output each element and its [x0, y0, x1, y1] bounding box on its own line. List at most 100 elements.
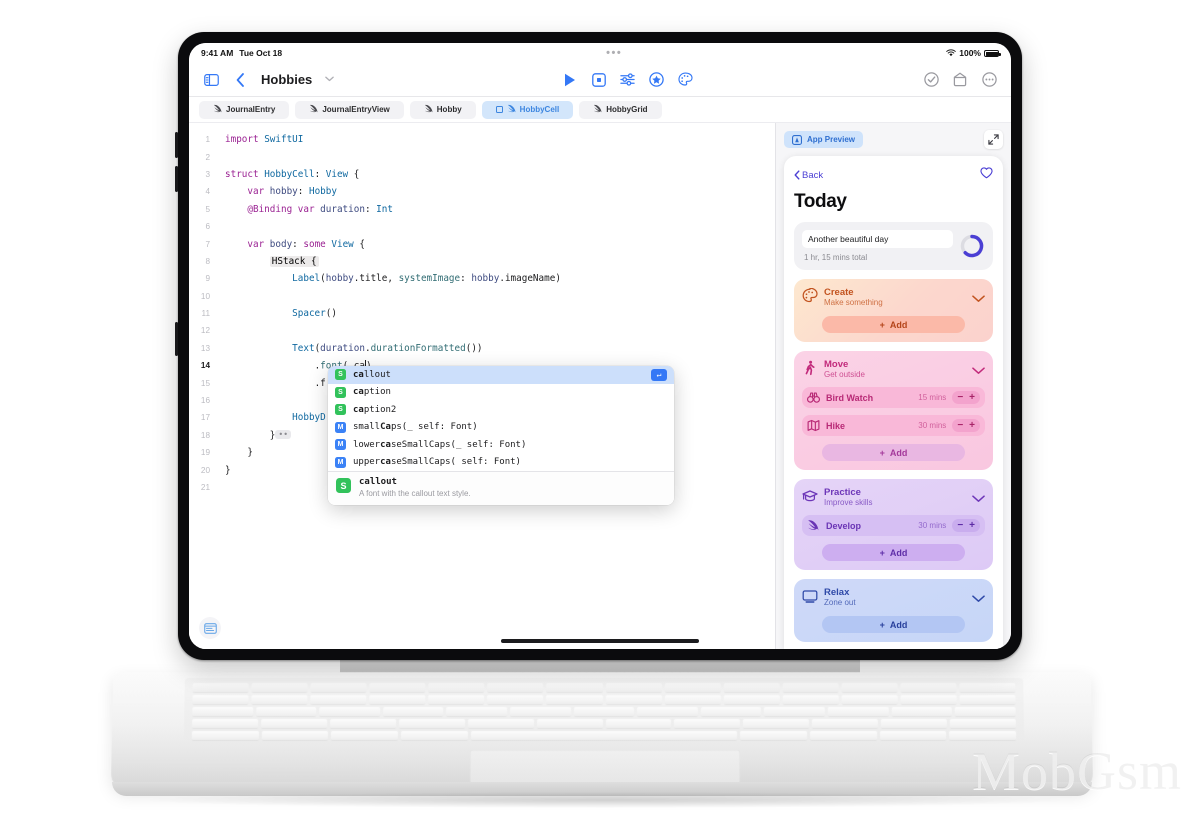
play-icon[interactable]	[560, 70, 580, 90]
autocomplete-popup[interactable]: Scallout ↵ Scaption Scaption2 MsmallCaps(_ s…	[328, 366, 674, 505]
keyboard-key[interactable]	[382, 707, 444, 717]
side-button[interactable]	[175, 322, 178, 356]
editor-tab-journalentryview[interactable]: JournalEntryView	[295, 100, 404, 119]
palette-icon[interactable]	[676, 70, 696, 90]
chevron-down-icon[interactable]	[325, 75, 335, 84]
library-icon[interactable]	[950, 70, 970, 90]
keyboard-key[interactable]	[369, 683, 426, 693]
duration-stepper[interactable]: − +	[952, 419, 980, 432]
editor-tab-hobbycell[interactable]: HobbyCell	[481, 100, 574, 119]
keyboard-key[interactable]	[723, 683, 780, 693]
code-text[interactable]	[219, 291, 231, 302]
code-text[interactable]	[219, 325, 231, 336]
autocomplete-item[interactable]: Scaption2	[328, 401, 674, 419]
code-text[interactable]	[219, 221, 231, 232]
code-text[interactable]: Spacer()	[219, 308, 337, 319]
code-editor[interactable]: 1 import SwiftUI 2 3 struct HobbyCell: View…	[189, 123, 775, 649]
activity-item[interactable]: Bird Watch 15 mins − +	[802, 387, 985, 408]
code-text[interactable]	[219, 395, 231, 406]
keyboard-key[interactable]	[546, 683, 603, 693]
keyboard-key[interactable]	[192, 719, 259, 729]
code-text[interactable]: HobbyD	[219, 412, 326, 423]
category-card-practice[interactable]: Practice Improve skills Develop 30 mins − + + A…	[794, 479, 993, 570]
stop-square-icon[interactable]	[589, 70, 609, 90]
checkmark-circle-icon[interactable]	[921, 70, 941, 90]
keyboard-key[interactable]	[251, 683, 308, 693]
keyboard-key[interactable]	[260, 719, 327, 729]
category-card-relax[interactable]: Relax Zone out + Add	[794, 579, 993, 642]
autocomplete-item[interactable]: Scallout ↵	[328, 366, 674, 384]
chevron-down-icon[interactable]	[972, 590, 985, 608]
trackpad[interactable]	[469, 750, 741, 785]
keyboard-key[interactable]	[331, 731, 399, 740]
keyboard-key[interactable]	[959, 683, 1016, 693]
keyboard-key[interactable]	[251, 695, 308, 705]
keyboard-key[interactable]	[192, 707, 253, 717]
code-text[interactable]	[219, 152, 231, 163]
editor-tab-journalentry[interactable]: JournalEntry	[199, 100, 290, 119]
keyboard-key[interactable]	[740, 731, 808, 740]
keyboard-key[interactable]	[954, 707, 1016, 717]
activity-item[interactable]: Develop 30 mins − +	[802, 515, 985, 536]
add-activity-button[interactable]: + Add	[822, 544, 965, 561]
keyboard-key[interactable]	[812, 719, 879, 729]
autocomplete-item[interactable]: MlowercaseSmallCaps(_ self: Font)	[328, 436, 674, 454]
autocomplete-item[interactable]: MsmallCaps(_ self: Font)	[328, 419, 674, 437]
stepper-minus-button[interactable]: −	[957, 392, 963, 403]
keyboard-key[interactable]	[428, 683, 485, 693]
keyboard-key[interactable]	[546, 695, 603, 705]
sliders-icon[interactable]	[618, 70, 638, 90]
keyboard-key[interactable]	[446, 707, 508, 717]
chevron-left-icon[interactable]	[230, 70, 250, 90]
volume-up-button[interactable]	[175, 132, 178, 158]
keyboard-key[interactable]	[881, 719, 948, 729]
keyboard-key[interactable]	[841, 695, 898, 705]
duration-stepper[interactable]: − +	[952, 391, 980, 404]
code-text[interactable]: .f	[219, 378, 326, 389]
add-activity-button[interactable]: + Add	[822, 444, 965, 461]
keyboard-key[interactable]	[841, 683, 898, 693]
editor-tab-hobby[interactable]: Hobby	[409, 100, 476, 119]
keyboard-key[interactable]	[764, 707, 825, 717]
stepper-minus-button[interactable]: −	[957, 420, 963, 431]
code-text[interactable]	[219, 482, 231, 493]
keyboard-key[interactable]	[255, 707, 317, 717]
stepper-plus-button[interactable]: +	[969, 420, 975, 431]
add-activity-button[interactable]: + Add	[822, 316, 965, 333]
keyboard-key[interactable]	[949, 731, 1017, 740]
keyboard-key[interactable]	[428, 695, 485, 705]
stepper-minus-button[interactable]: −	[957, 520, 963, 531]
ellipsis-circle-icon[interactable]	[979, 70, 999, 90]
code-text[interactable]: import SwiftUI	[219, 134, 303, 145]
code-text[interactable]: var hobby: Hobby	[219, 186, 337, 197]
keyboard-key[interactable]	[329, 719, 396, 729]
preview-back-button[interactable]: Back	[794, 170, 823, 181]
chevron-down-icon[interactable]	[972, 362, 985, 380]
code-text[interactable]: var body: some View {	[219, 239, 365, 250]
keyboard-key[interactable]	[400, 731, 468, 740]
keyboard-key[interactable]	[536, 719, 603, 729]
sidebar-toggle-icon[interactable]	[201, 70, 221, 90]
keyboard-key[interactable]	[192, 683, 249, 693]
magic-keyboard[interactable]	[110, 672, 1094, 791]
code-text[interactable]: } ••	[219, 429, 292, 441]
keyboard-key[interactable]	[467, 719, 534, 729]
keyboard-key[interactable]	[674, 719, 741, 729]
keyboard-key[interactable]	[470, 731, 738, 740]
keyboard-key[interactable]	[664, 695, 721, 705]
keyboard-key[interactable]	[700, 707, 762, 717]
editor-tab-hobbygrid[interactable]: HobbyGrid	[579, 100, 662, 119]
code-text[interactable]: Text(duration.durationFormatted())	[219, 343, 482, 354]
keyboard-key[interactable]	[487, 695, 544, 705]
keyboard-key[interactable]	[605, 719, 672, 729]
document-minimap-icon[interactable]	[199, 617, 221, 639]
heart-icon[interactable]	[980, 166, 993, 184]
keyboard-key[interactable]	[723, 695, 780, 705]
app-preview-pill[interactable]: App Preview	[784, 131, 864, 148]
keyboard-key[interactable]	[261, 731, 329, 740]
code-text[interactable]: struct HobbyCell: View {	[219, 169, 359, 180]
keyboard-key[interactable]	[959, 695, 1016, 705]
keyboard-key[interactable]	[891, 707, 953, 717]
keyboard-key[interactable]	[743, 719, 810, 729]
code-text[interactable]: }	[219, 465, 231, 476]
